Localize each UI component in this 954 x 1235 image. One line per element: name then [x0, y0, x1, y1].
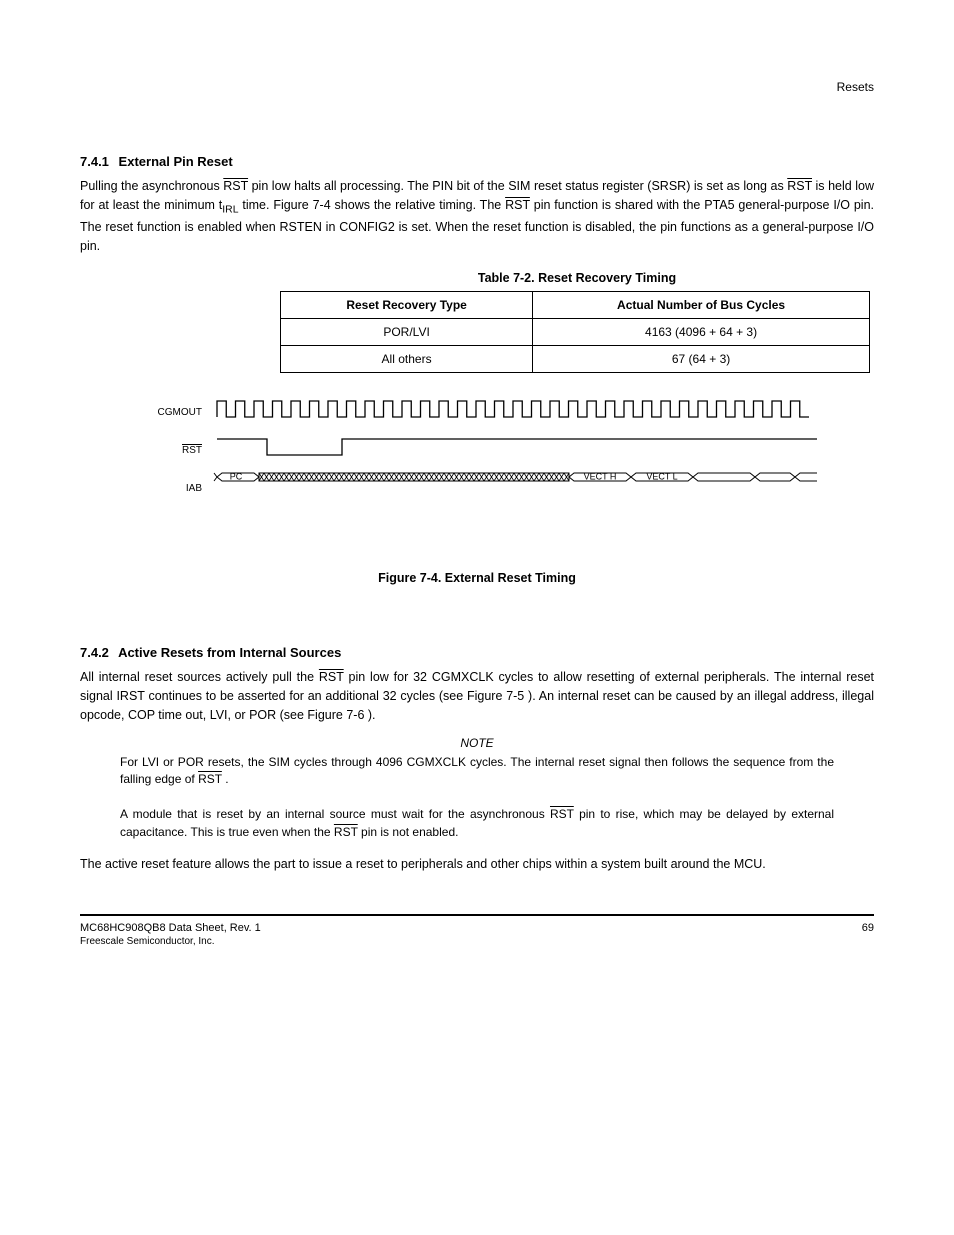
text: The active reset feature allows the part…	[80, 857, 766, 871]
running-head: Resets	[80, 80, 874, 94]
table-cell: 67 (64 + 3)	[533, 346, 870, 373]
text: .	[225, 772, 228, 786]
text: pin is not enabled.	[361, 825, 458, 839]
text: Pulling the asynchronous	[80, 179, 223, 193]
section-742-body: All internal reset sources actively pull…	[80, 668, 874, 873]
rst-signal: RST	[787, 179, 812, 193]
table-row: All others 67 (64 + 3)	[281, 346, 870, 373]
iab-label: IAB	[140, 483, 212, 494]
iab-pc: PC	[230, 472, 243, 482]
section-title-text: Active Resets from Internal Sources	[118, 645, 341, 660]
footer-center	[261, 924, 862, 947]
table-cell: All others	[281, 346, 533, 373]
text: A module that is reset by an internal so…	[120, 807, 550, 821]
subscript: IRL	[222, 204, 238, 215]
figure-caption: Figure 7-4. External Reset Timing	[80, 571, 874, 585]
text: shows the relative timing. The	[335, 198, 506, 212]
figure-ref: Figure 7-4	[273, 198, 330, 212]
text: time.	[242, 198, 273, 212]
text: All internal reset sources actively pull…	[80, 670, 319, 684]
rst-signal: RST	[334, 825, 358, 839]
footer-left: MC68HC908QB8 Data Sheet, Rev. 1 Freescal…	[80, 922, 261, 947]
footer-rule	[80, 914, 874, 916]
cgmout-label: CGMOUT	[140, 407, 212, 418]
table-cell: POR/LVI	[281, 319, 533, 346]
note-block: NOTE For LVI or POR resets, the SIM cycl…	[80, 735, 874, 841]
section-number: 7.4.1	[80, 154, 109, 169]
rst-signal: RST	[319, 670, 344, 684]
section-number: 7.4.2	[80, 645, 109, 660]
text: ).	[368, 708, 376, 722]
footer-right: 69	[862, 922, 874, 947]
section-742-title: 7.4.2 Active Resets from Internal Source…	[80, 645, 874, 660]
figure-7-4: CGMOUT RST	[80, 393, 874, 585]
hatch-region	[259, 473, 569, 481]
rst-signal: RST	[223, 179, 248, 193]
iab-vectl: VECT L	[646, 472, 677, 482]
text: pin low halts all processing. The PIN bi…	[252, 179, 788, 193]
note-label: NOTE	[80, 735, 874, 752]
footer-page-number: 69	[862, 922, 874, 934]
iab-vecth: VECT H	[584, 472, 617, 482]
table-cell: 4163 (4096 + 64 + 3)	[533, 319, 870, 346]
figure-ref: Figure 7-5	[467, 689, 524, 703]
table-header: Reset Recovery Type	[281, 292, 533, 319]
figure-ref: Figure 7-6	[307, 708, 364, 722]
table-header: Actual Number of Bus Cycles	[533, 292, 870, 319]
table-caption: Table 7-2. Reset Recovery Timing	[280, 271, 874, 285]
section-title-text: External Pin Reset	[119, 154, 233, 169]
section-741-title: 7.4.1 External Pin Reset	[80, 154, 874, 169]
footer-company: Freescale Semiconductor, Inc.	[80, 936, 261, 947]
footer-doc-title: MC68HC908QB8 Data Sheet, Rev. 1	[80, 922, 261, 934]
rst-signal: RST	[198, 772, 222, 786]
rst-waveform	[217, 439, 817, 455]
rst-label: RST	[140, 445, 212, 456]
rst-signal: RST	[505, 198, 530, 212]
section-741-body: Pulling the asynchronous RST pin low hal…	[80, 177, 874, 255]
table-7-2: Table 7-2. Reset Recovery Timing Reset R…	[280, 271, 874, 373]
table-row: POR/LVI 4163 (4096 + 64 + 3)	[281, 319, 870, 346]
rst-signal: RST	[550, 807, 574, 821]
page-footer: MC68HC908QB8 Data Sheet, Rev. 1 Freescal…	[80, 922, 874, 947]
